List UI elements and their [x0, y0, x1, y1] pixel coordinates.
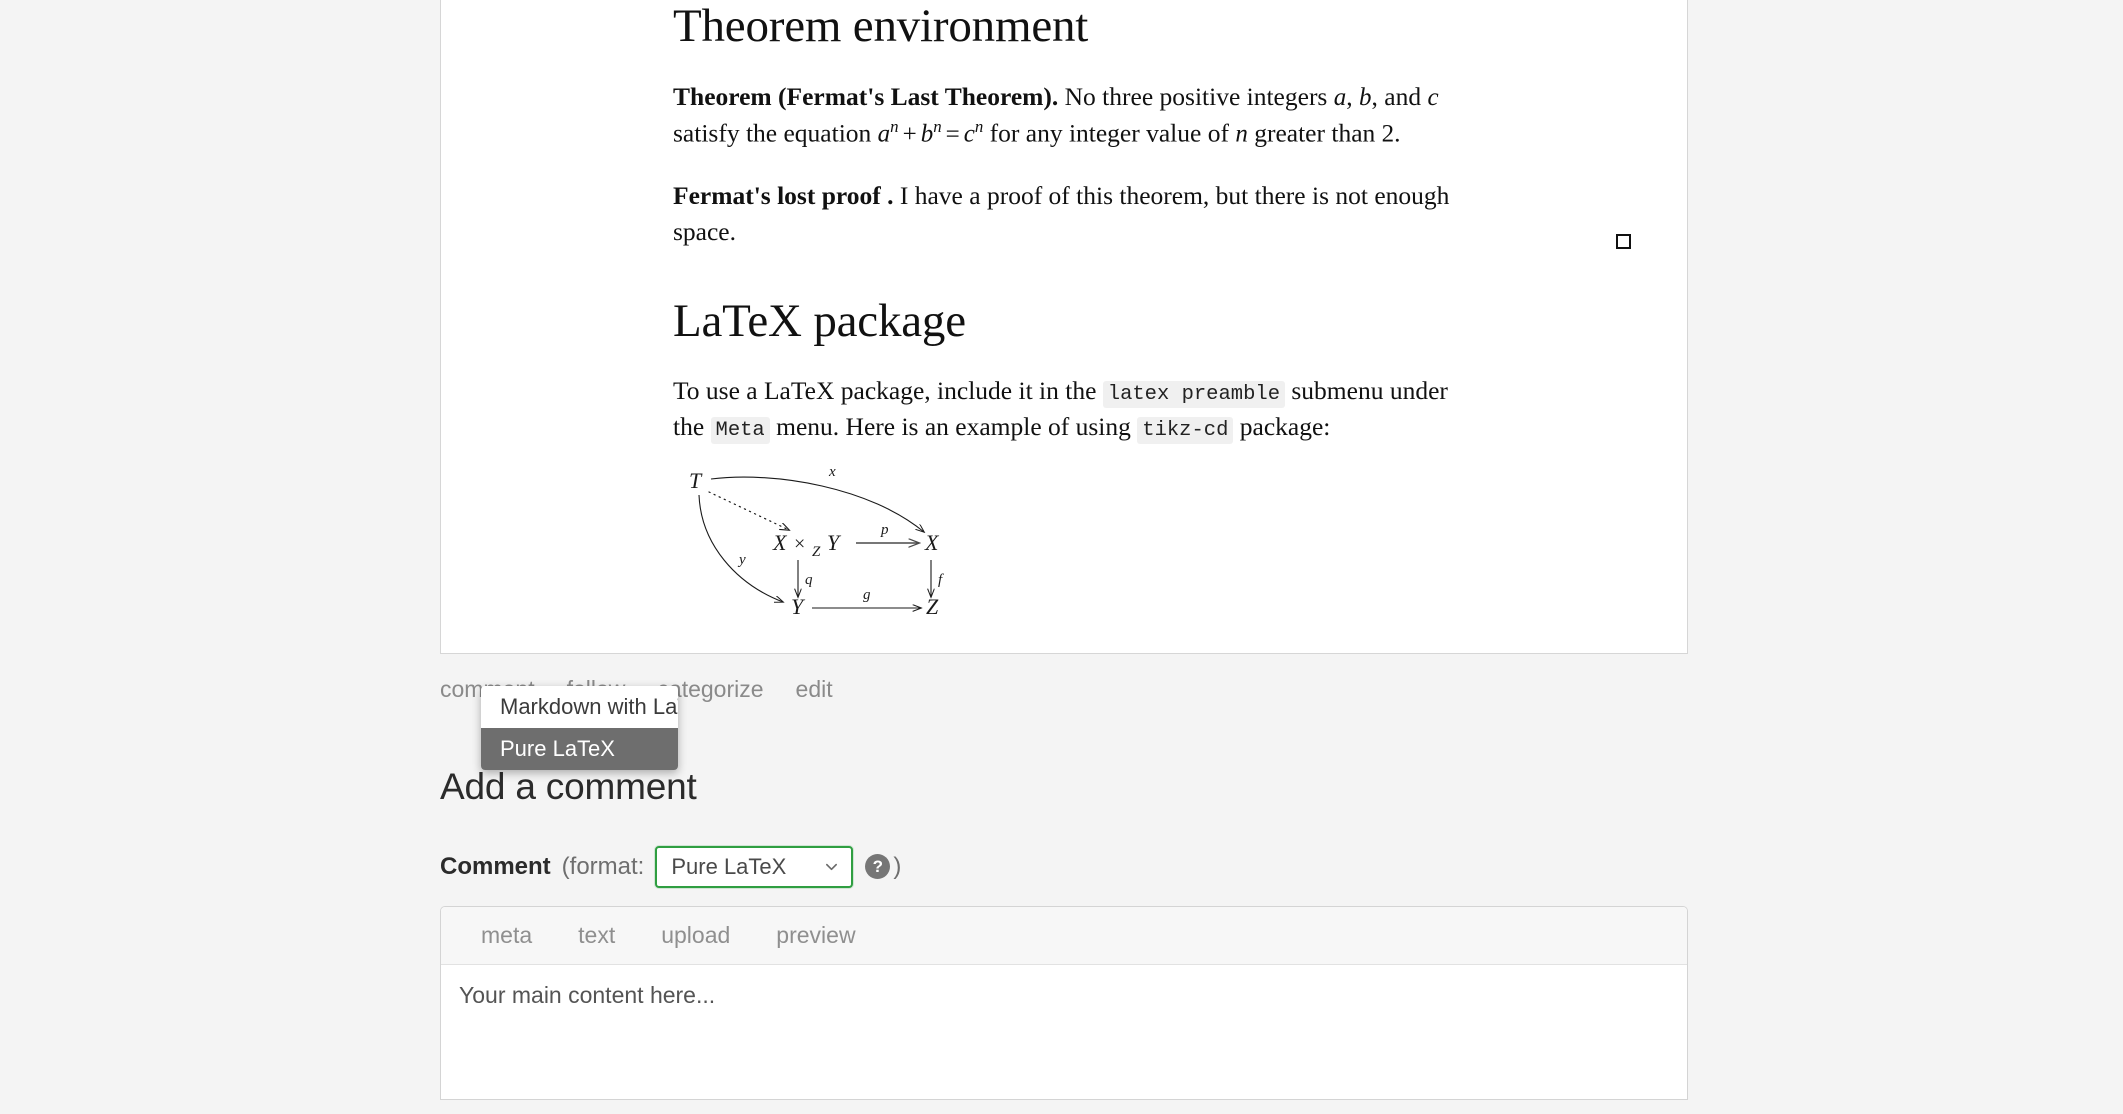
- proof-statement: Fermat's lost proof . I have a proof of …: [673, 178, 1631, 250]
- content-column: Theorem environment Theorem (Fermat's La…: [440, 0, 1688, 1100]
- comment-format-selected-value: Pure LaTeX: [671, 853, 787, 879]
- arrow-T-to-X: [710, 476, 924, 532]
- inline-code-tikz-cd: tikz-cd: [1137, 417, 1234, 445]
- math-var-n: n: [1235, 120, 1248, 148]
- tab-upload[interactable]: upload: [638, 922, 753, 949]
- theorem-text-3: satisfy the equation: [673, 118, 878, 148]
- math-eq-equals: =: [945, 120, 960, 148]
- math-var-b: b: [1359, 83, 1372, 111]
- article-card: Theorem environment Theorem (Fermat's La…: [440, 0, 1688, 654]
- math-eq-plus: +: [902, 120, 917, 148]
- arrow-label-g: g: [863, 587, 871, 603]
- math-eq-a-exp: n: [890, 117, 899, 137]
- para-part-4: package:: [1233, 412, 1331, 442]
- tab-meta[interactable]: meta: [458, 922, 555, 949]
- inline-code-meta: Meta: [710, 417, 770, 445]
- theorem-text-2: and: [1384, 81, 1428, 111]
- comment-field-label: Comment: [440, 852, 551, 880]
- arrow-T-to-fiber-product-dotted: [708, 490, 789, 530]
- theorem-text-4: for any integer value of: [983, 118, 1236, 148]
- math-var-c: c: [1427, 83, 1439, 111]
- arrow-label-y: y: [737, 552, 746, 568]
- para-part-3: menu. Here is an example of using: [769, 412, 1138, 442]
- format-suffix-label: ): [893, 852, 902, 880]
- theorem-text-1: No three positive integers: [1058, 81, 1334, 111]
- comment-format-dropdown[interactable]: Markdown with LaTeX Pure LaTeX: [481, 686, 678, 771]
- arrow-label-q: q: [805, 572, 813, 588]
- tikz-cd-diagram: T X × Z Y X Y Z x y p q f g: [681, 464, 1631, 631]
- node-label-times: ×: [794, 533, 805, 555]
- arrow-label-p: p: [880, 522, 889, 538]
- theorem-text-5: greater: [1247, 118, 1325, 148]
- edit-link[interactable]: edit: [796, 676, 833, 703]
- qed-tombstone-icon: [1616, 233, 1631, 249]
- node-label-X: X: [924, 530, 940, 555]
- math-eq-c-exp: n: [974, 117, 984, 137]
- node-label-Y: Y: [791, 594, 806, 619]
- proof-label: Fermat's lost proof .: [673, 181, 894, 211]
- math-eq-b: b: [920, 120, 934, 148]
- inline-code-latex-preamble: latex preamble: [1102, 381, 1285, 409]
- node-label-sub-Z: Z: [812, 544, 821, 560]
- add-comment-section: Add a comment Comment (format: Pure LaTe…: [440, 766, 1688, 1100]
- question-mark-icon[interactable]: ?: [865, 854, 891, 880]
- math-eq-a: a: [877, 120, 891, 148]
- comment-format-select[interactable]: Pure LaTeX: [655, 845, 854, 888]
- theorem-comma-1: ,: [1346, 81, 1359, 111]
- page-root: Theorem environment Theorem (Fermat's La…: [0, 0, 2123, 1114]
- node-label-Z: Z: [926, 594, 939, 619]
- comment-format-row: Comment (format: Pure LaTeX ? ): [440, 845, 1688, 888]
- arrow-T-to-Y: [698, 494, 783, 602]
- node-label-fiber-product: X: [772, 530, 788, 555]
- theorem-text-6: than: [1331, 118, 1382, 148]
- math-eq-b-exp: n: [933, 117, 942, 137]
- node-label-T: T: [689, 468, 703, 493]
- article-inner: Theorem environment Theorem (Fermat's La…: [441, 0, 1687, 631]
- theorem-statement: Theorem (Fermat's Last Theorem). No thre…: [673, 79, 1463, 153]
- comment-textarea[interactable]: Your main content here...: [441, 964, 1687, 1099]
- chevron-down-icon: [826, 863, 838, 871]
- dropdown-option-pure-latex[interactable]: Pure LaTeX: [481, 728, 678, 771]
- editor-tabbar: meta text upload preview: [441, 906, 1687, 965]
- arrow-label-x: x: [828, 466, 836, 480]
- comment-editor-card: meta text upload preview Your main conte…: [440, 905, 1688, 1100]
- pullback-diagram-svg: T X × Z Y X Y Z x y p q f g: [689, 464, 944, 619]
- math-num-2: 2: [1381, 120, 1395, 148]
- latex-package-paragraph: To use a LaTeX package, include it in th…: [673, 373, 1463, 445]
- page-title: Theorem environment: [673, 0, 1089, 52]
- comment-textarea-placeholder: Your main content here...: [459, 981, 716, 1008]
- tab-preview[interactable]: preview: [753, 922, 878, 949]
- node-label-fiber-Y: Y: [827, 530, 842, 555]
- theorem-label: Theorem (Fermat's Last Theorem).: [673, 81, 1059, 111]
- para-part-1: To use a LaTeX package, include it in th…: [673, 376, 1103, 406]
- math-eq-c: c: [963, 120, 975, 148]
- theorem-comma-2: ,: [1371, 81, 1378, 111]
- theorem-period: .: [1394, 118, 1401, 148]
- section-heading-latex-package: LaTeX package: [673, 294, 966, 347]
- dropdown-option-markdown-with-latex[interactable]: Markdown with LaTeX: [481, 686, 678, 728]
- arrow-label-f: f: [938, 572, 944, 588]
- tab-text[interactable]: text: [555, 922, 638, 949]
- format-prefix-label: (format:: [561, 852, 645, 880]
- math-var-a: a: [1333, 83, 1347, 111]
- add-comment-heading: Add a comment: [440, 765, 697, 807]
